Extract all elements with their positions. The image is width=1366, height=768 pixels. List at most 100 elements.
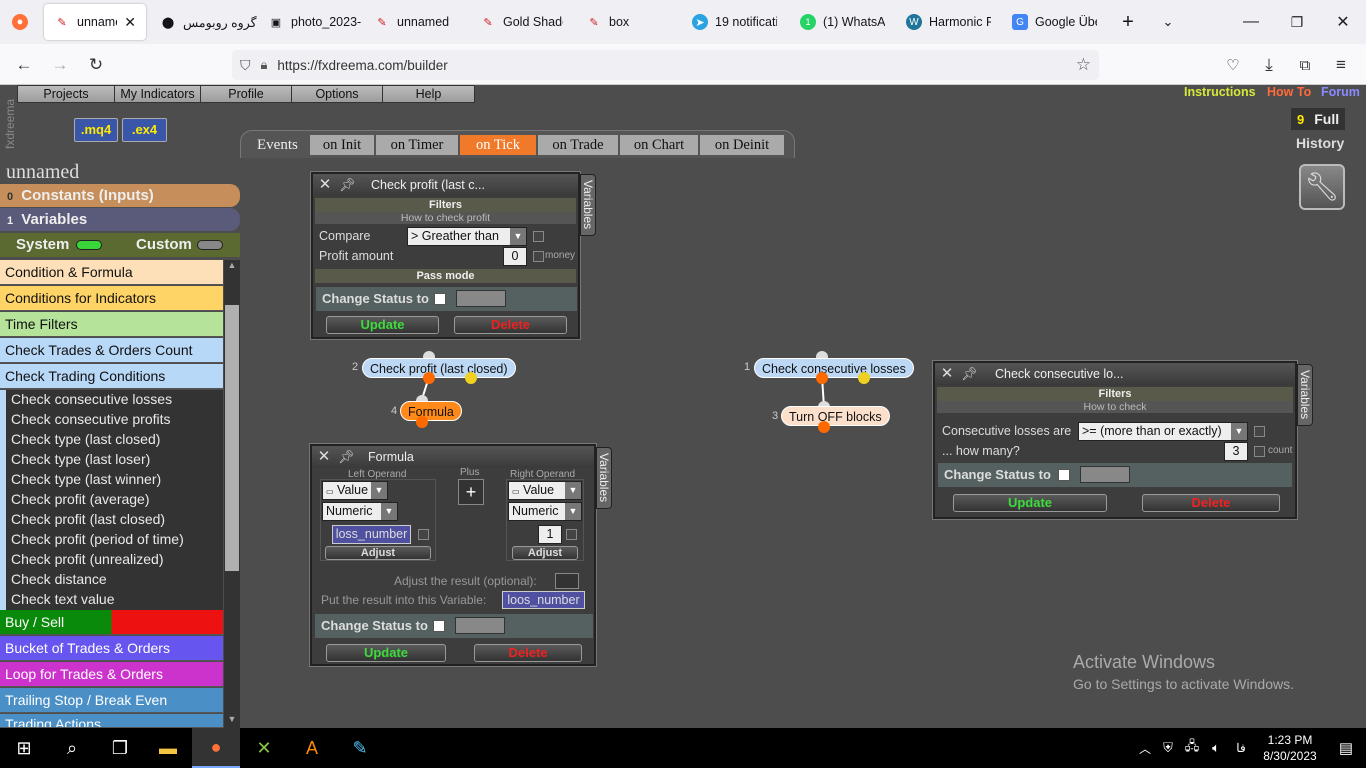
node-check-consecutive-losses[interactable]: Check consecutive losses bbox=[754, 358, 914, 378]
node-output-dot[interactable] bbox=[816, 372, 828, 384]
node-formula[interactable]: Formula bbox=[400, 401, 462, 421]
reload-icon[interactable]: ↻ bbox=[83, 52, 109, 78]
profit-amount-input[interactable]: 0 bbox=[503, 247, 527, 266]
hamburger-menu-icon[interactable]: ≡ bbox=[1328, 52, 1354, 78]
right-value-input[interactable]: 1 bbox=[538, 525, 562, 544]
pocket-icon[interactable]: ♡ bbox=[1220, 52, 1246, 78]
back-arrow-icon[interactable]: ← bbox=[11, 52, 37, 78]
update-button[interactable]: Update bbox=[326, 316, 439, 334]
notifications-icon[interactable]: ▤ bbox=[1326, 739, 1366, 757]
status-checkbox[interactable] bbox=[1058, 469, 1070, 481]
right-adjust-button[interactable]: Adjust bbox=[512, 546, 578, 560]
node-check-profit[interactable]: Check profit (last closed) bbox=[362, 358, 516, 378]
chevron-up-icon[interactable]: ︿ bbox=[1134, 740, 1156, 757]
pin-icon[interactable]: 📌︎ bbox=[338, 449, 360, 465]
pin-icon[interactable]: 📌︎ bbox=[961, 366, 983, 382]
node-output-dot[interactable] bbox=[423, 372, 435, 384]
node-output-dot[interactable] bbox=[818, 421, 830, 433]
left-type-select[interactable]: ▭ Value ▼ bbox=[322, 481, 388, 500]
panel-title-bar[interactable]: ✕ 📌︎ Check consecutive lo... bbox=[935, 363, 1295, 385]
status-input[interactable] bbox=[456, 290, 506, 307]
close-tab-icon[interactable]: ✕ bbox=[124, 14, 136, 31]
chevron-down-icon[interactable]: ⌄ bbox=[1148, 4, 1188, 40]
url-text[interactable]: https://fxdreema.com/builder bbox=[277, 58, 447, 73]
github-favicon-icon: ⬤ bbox=[161, 16, 175, 29]
forward-arrow-icon[interactable]: → bbox=[47, 52, 73, 78]
delete-button[interactable]: Delete bbox=[454, 316, 567, 334]
left-kind-select[interactable]: Numeric ▼ bbox=[322, 502, 398, 521]
compare-select[interactable]: > Greather than ▼ bbox=[407, 227, 527, 246]
tab-3[interactable]: ▣ photo_2023- bbox=[258, 4, 364, 40]
volume-icon[interactable]: 🔈︎ bbox=[1204, 740, 1228, 756]
delete-button[interactable]: Delete bbox=[1142, 494, 1280, 512]
file-explorer-icon[interactable]: ▬ bbox=[144, 728, 192, 768]
metatrader-icon[interactable]: ✕ bbox=[240, 728, 288, 768]
variables-tab[interactable]: Variables bbox=[596, 447, 612, 509]
result-variable-field[interactable]: loos_number bbox=[502, 591, 585, 609]
status-input[interactable] bbox=[1080, 466, 1130, 483]
delete-button[interactable]: Delete bbox=[474, 644, 582, 662]
variables-tab[interactable]: Variables bbox=[580, 174, 596, 236]
update-button[interactable]: Update bbox=[326, 644, 446, 662]
tab-5[interactable]: ✎ Gold Shadow bbox=[470, 4, 576, 40]
language-indicator[interactable]: فا bbox=[1228, 741, 1254, 755]
tab-8[interactable]: 1 (1) WhatsAp bbox=[790, 4, 896, 40]
node-output-dot-alt[interactable] bbox=[465, 372, 477, 384]
left-adjust-button[interactable]: Adjust bbox=[325, 546, 431, 560]
restore-window-icon[interactable]: ❐ bbox=[1274, 14, 1320, 31]
firefox-taskbar-icon[interactable]: ● bbox=[192, 728, 240, 768]
compare-checkbox[interactable] bbox=[533, 231, 544, 242]
panel-title-bar[interactable]: ✕ 📌︎ Check profit (last c... bbox=[313, 174, 578, 196]
close-window-icon[interactable]: ✕ bbox=[1320, 12, 1366, 32]
minimize-window-icon[interactable]: — bbox=[1228, 13, 1274, 31]
close-icon[interactable]: ✕ bbox=[316, 449, 332, 465]
search-icon[interactable]: ⌕ bbox=[48, 728, 96, 768]
paint-icon[interactable]: ✎ bbox=[336, 728, 384, 768]
tab-2[interactable]: ⬤ گروه روبومس bbox=[150, 4, 258, 40]
shield-icon[interactable]: ⛉ bbox=[240, 57, 251, 74]
clock[interactable]: 1:23 PM 8/30/2023 bbox=[1254, 732, 1326, 764]
url-bar[interactable]: ⛉ 🔒︎ https://fxdreema.com/builder ☆ bbox=[232, 50, 1099, 80]
node-output-dot-alt[interactable] bbox=[858, 372, 870, 384]
adjust-result-input[interactable] bbox=[555, 573, 579, 589]
compare-checkbox[interactable] bbox=[1254, 426, 1265, 437]
how-many-input[interactable]: 3 bbox=[1224, 442, 1248, 461]
money-checkbox[interactable] bbox=[533, 251, 544, 262]
firefox-menu-icon[interactable]: ● bbox=[0, 4, 40, 40]
pin-icon[interactable]: 📌︎ bbox=[339, 177, 361, 193]
network-icon[interactable]: 🖧︎ bbox=[1180, 737, 1204, 759]
status-input[interactable] bbox=[455, 617, 505, 634]
node-turn-off-blocks[interactable]: Turn OFF blocks bbox=[781, 406, 890, 426]
operator-plus-button[interactable]: + bbox=[458, 479, 484, 505]
app-a-icon[interactable]: A bbox=[288, 728, 336, 768]
status-checkbox[interactable] bbox=[434, 293, 446, 305]
panel-title-bar[interactable]: ✕ 📌︎ Formula bbox=[312, 446, 594, 468]
node-output-dot[interactable] bbox=[416, 416, 428, 428]
count-checkbox[interactable] bbox=[1254, 446, 1265, 457]
right-type-select[interactable]: ▭ Value ▼ bbox=[508, 481, 582, 500]
left-checkbox[interactable] bbox=[418, 529, 429, 540]
tab-6[interactable]: ✎ box bbox=[576, 4, 682, 40]
windows-start-icon[interactable]: ⊞ bbox=[0, 728, 48, 768]
tab-10[interactable]: G Google Über bbox=[1002, 4, 1108, 40]
vpn-icon[interactable]: ⛨ bbox=[1156, 740, 1180, 756]
update-button[interactable]: Update bbox=[953, 494, 1107, 512]
extensions-icon[interactable]: ⧉ bbox=[1292, 52, 1318, 78]
task-view-icon[interactable]: ❐ bbox=[96, 728, 144, 768]
tab-4[interactable]: ✎ unnamed bbox=[364, 4, 470, 40]
download-icon[interactable]: ⤓ bbox=[1256, 52, 1282, 78]
tab-9[interactable]: W Harmonic P bbox=[896, 4, 1002, 40]
tab-unnamed-active[interactable]: ✎ unnamed ✕ bbox=[44, 4, 146, 40]
left-variable-field[interactable]: loss_number bbox=[332, 525, 411, 544]
lock-icon[interactable]: 🔒︎ bbox=[261, 57, 268, 73]
right-kind-select[interactable]: Numeric ▼ bbox=[508, 502, 582, 521]
right-checkbox[interactable] bbox=[566, 529, 577, 540]
consecutive-losses-select[interactable]: >= (more than or exactly) ▼ bbox=[1078, 422, 1248, 441]
variables-tab[interactable]: Variables bbox=[1297, 364, 1313, 426]
tab-7[interactable]: ➤ 19 notificati bbox=[682, 4, 790, 40]
bookmark-star-icon[interactable]: ☆ bbox=[1076, 55, 1091, 75]
status-checkbox[interactable] bbox=[433, 620, 445, 632]
close-icon[interactable]: ✕ bbox=[317, 177, 333, 193]
new-tab-button[interactable]: + bbox=[1108, 4, 1148, 40]
close-icon[interactable]: ✕ bbox=[939, 366, 955, 382]
